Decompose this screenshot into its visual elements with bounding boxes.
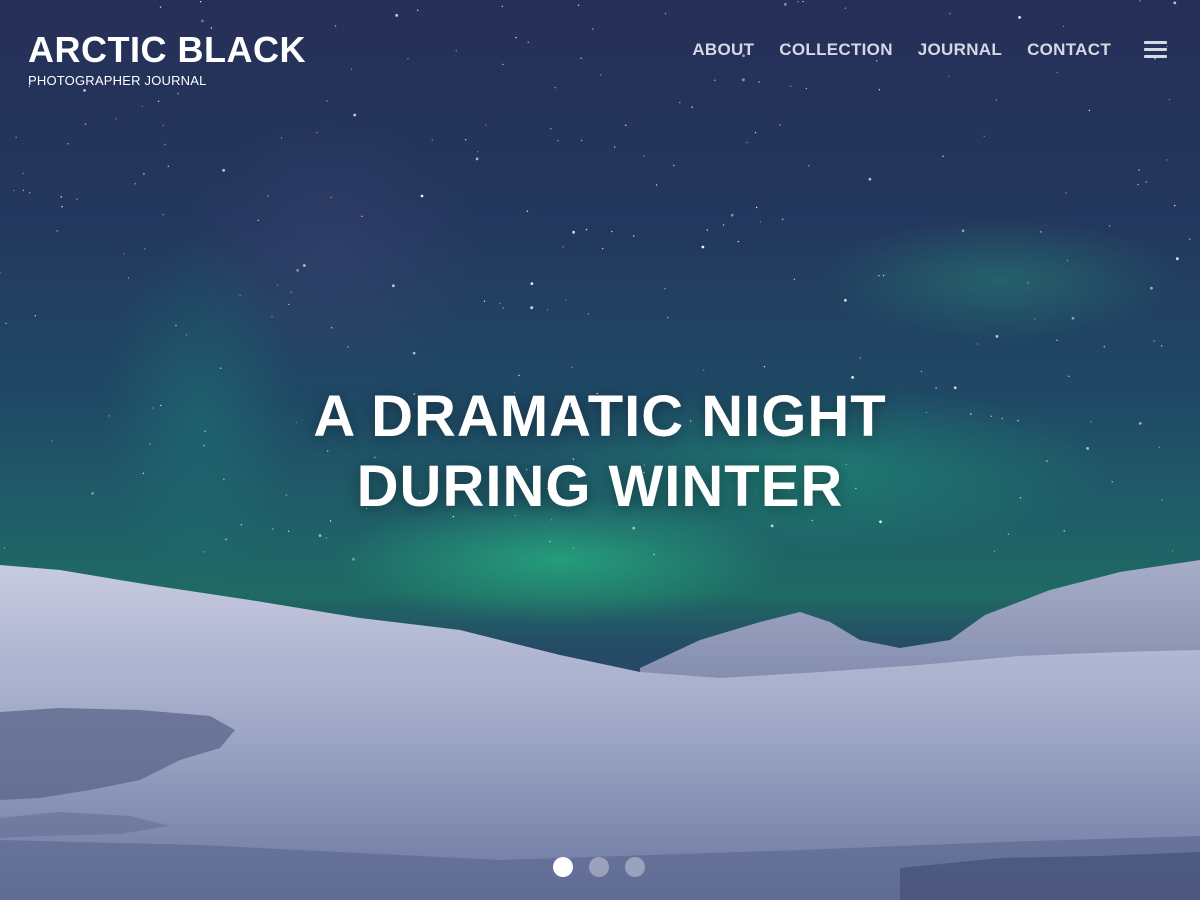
nav-link-contact[interactable]: CONTACT: [1027, 38, 1111, 62]
slider-dot-3[interactable]: [625, 857, 645, 877]
slide-headline-line-2: DURING WINTER: [356, 454, 844, 519]
main-navigation: ABOUT COLLECTION JOURNAL CONTACT: [692, 38, 1111, 62]
slider-dot-2[interactable]: [589, 857, 609, 877]
site-tagline: PHOTOGRAPHER JOURNAL: [28, 73, 207, 88]
nav-link-about[interactable]: ABOUT: [692, 38, 754, 62]
nav-link-collection[interactable]: COLLECTION: [779, 38, 893, 62]
nav-link-journal[interactable]: JOURNAL: [918, 38, 1002, 62]
slide-headline-line-1: A DRAMATIC NIGHT: [313, 384, 887, 449]
site-header: ARCTIC BLACK PHOTOGRAPHER JOURNAL ABOUT …: [0, 0, 1200, 110]
slide-headline: A DRAMATIC NIGHT DURING WINTER: [200, 382, 1000, 522]
slider-dot-1[interactable]: [553, 857, 573, 877]
site-title-link[interactable]: ARCTIC BLACK: [28, 30, 306, 70]
brand: ARCTIC BLACK PHOTOGRAPHER JOURNAL: [28, 30, 306, 89]
hero-slider: ARCTIC BLACK PHOTOGRAPHER JOURNAL ABOUT …: [0, 0, 1200, 900]
slider-pagination: [553, 857, 645, 877]
hamburger-icon[interactable]: [1144, 41, 1168, 59]
